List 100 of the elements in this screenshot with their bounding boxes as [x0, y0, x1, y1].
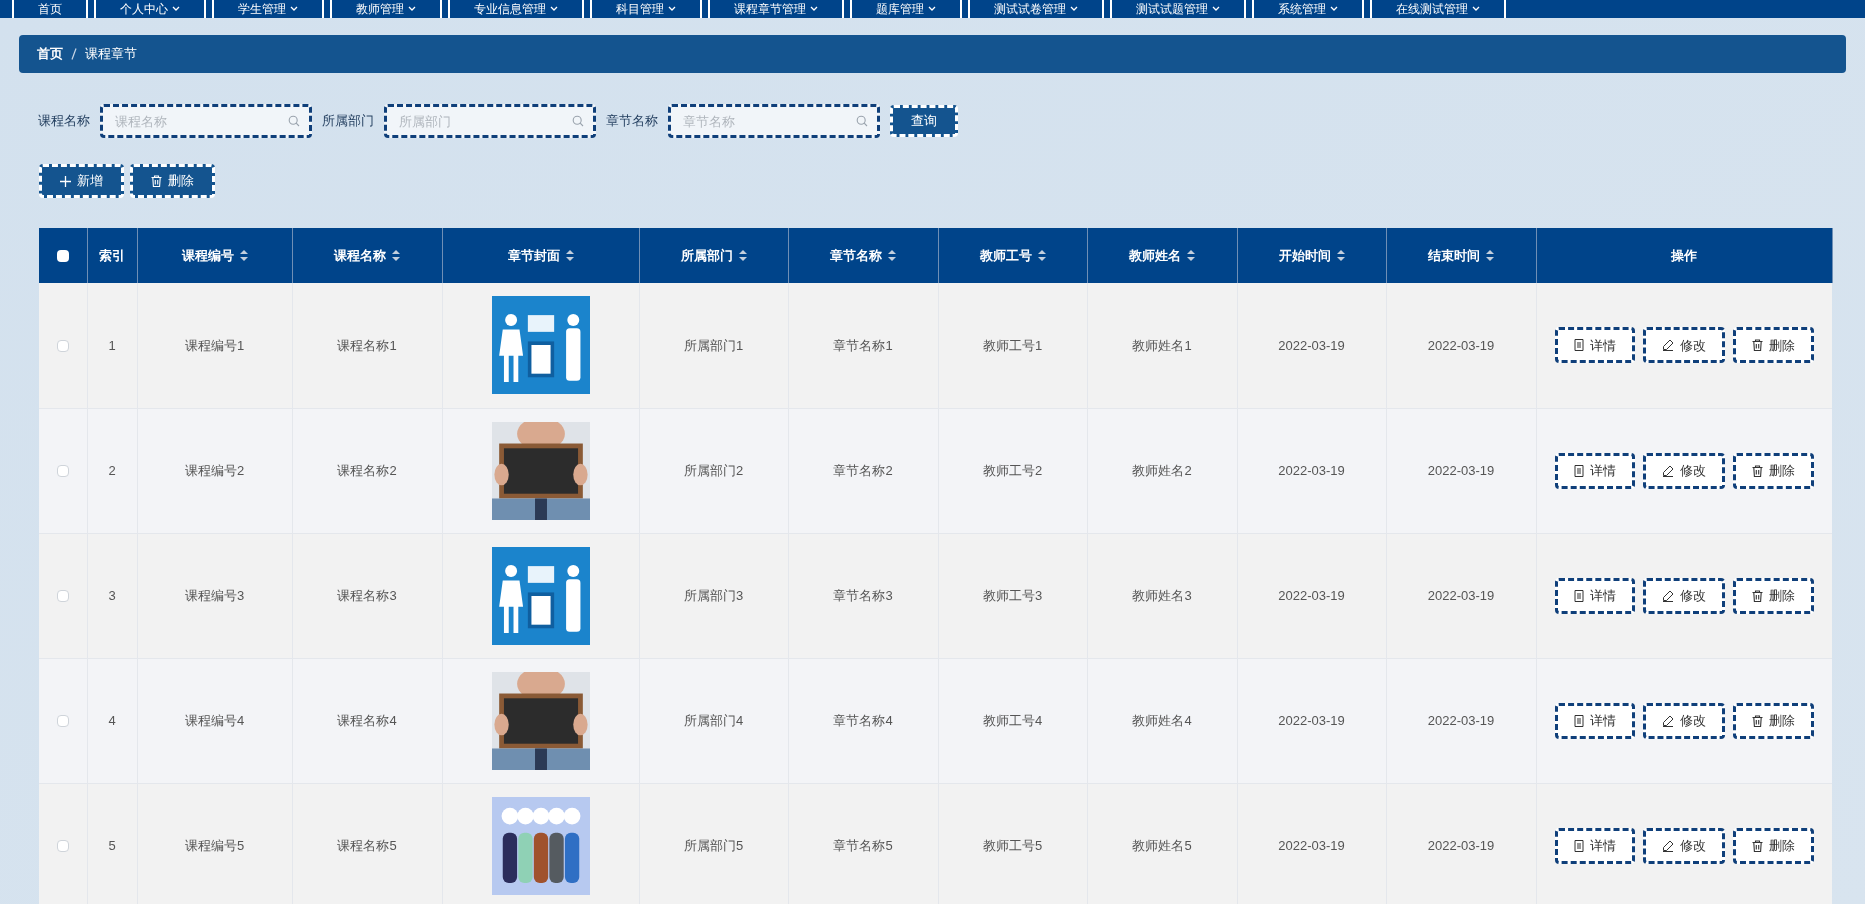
trash-icon [1751, 339, 1763, 352]
table-cell: 教师工号1 [982, 337, 1043, 353]
nav-menu-item[interactable]: 学生管理 [212, 0, 324, 18]
table-cell: 教师姓名4 [1132, 712, 1192, 728]
column-header[interactable]: 教师姓名 [1129, 245, 1181, 266]
column-header[interactable]: 开始时间 [1278, 245, 1331, 266]
search-icon [288, 115, 300, 127]
nav-menu-item[interactable]: 系统管理 [1252, 0, 1364, 18]
checkbox[interactable] [56, 715, 69, 728]
details-button[interactable]: 详情 [1554, 702, 1635, 739]
delete-button[interactable]: 删除 [1732, 452, 1814, 489]
field-label: 章节名称 [606, 112, 658, 131]
table-cell: 2022-03-19 [1278, 462, 1345, 478]
search-field[interactable]: 课程名称 [100, 104, 312, 138]
document-icon [1573, 714, 1584, 727]
column-header[interactable]: 课程编号 [181, 245, 234, 266]
table-cell: 课程编号5 [184, 837, 245, 853]
table-cell: 课程名称4 [337, 712, 397, 728]
table-cell: 课程名称1 [337, 337, 397, 353]
table-cell: 4 [108, 712, 116, 728]
table-cell: 所属部门1 [683, 337, 744, 353]
table-cell: 课程名称3 [337, 587, 397, 603]
table-cell: 2022-03-19 [1278, 587, 1345, 603]
table-cell: 教师工号5 [982, 837, 1043, 853]
details-button[interactable]: 详情 [1554, 827, 1635, 864]
details-button[interactable]: 详情 [1554, 577, 1635, 614]
document-icon [1573, 464, 1584, 477]
table-cell: 章节名称5 [833, 837, 893, 853]
table-cell: 课程编号2 [184, 462, 245, 478]
pencil-icon [1661, 839, 1674, 852]
table-cell: 2022-03-19 [1427, 837, 1495, 853]
nav-menu-item[interactable]: 题库管理 [850, 0, 962, 18]
checkbox[interactable] [56, 340, 69, 353]
table-cell: 章节名称3 [833, 587, 893, 603]
table-cell: 课程名称2 [337, 462, 397, 478]
delete-button[interactable]: 删除 [1732, 327, 1814, 364]
table-cell: 2 [108, 462, 116, 478]
add-button[interactable]: 新增 [39, 164, 124, 198]
nav-menu-item[interactable]: 测试试题管理 [1110, 0, 1246, 18]
document-icon [1573, 589, 1584, 602]
edit-button[interactable]: 修改 [1642, 577, 1725, 614]
table-cell: 课程编号3 [184, 587, 245, 603]
table-cell: 2022-03-19 [1278, 712, 1345, 728]
edit-button[interactable]: 修改 [1642, 702, 1725, 739]
column-header[interactable]: 索引 [99, 245, 125, 266]
nav-menu-item[interactable]: 首页 [12, 0, 88, 18]
table-cell: 2022-03-19 [1278, 837, 1345, 853]
delete-button[interactable]: 删除 [1732, 577, 1814, 614]
table-cell: 章节名称2 [833, 462, 893, 478]
nav-menu-item[interactable]: 测试试卷管理 [968, 0, 1104, 18]
checkbox[interactable] [56, 590, 69, 603]
edit-button[interactable]: 修改 [1642, 327, 1725, 364]
checkbox[interactable] [56, 840, 69, 853]
table-cell: 2022-03-19 [1427, 587, 1495, 603]
nav-menu-item[interactable]: 教师管理 [330, 0, 442, 18]
field-label: 所属部门 [322, 112, 374, 131]
query-button[interactable]: 查询 [890, 105, 958, 137]
delete-button[interactable]: 删除 [130, 164, 215, 198]
document-icon [1573, 839, 1584, 852]
trash-icon [1751, 714, 1763, 727]
table-cell: 章节名称4 [833, 712, 893, 728]
delete-button[interactable]: 删除 [1732, 827, 1814, 864]
search-field[interactable]: 章节名称 [668, 104, 880, 138]
details-button[interactable]: 详情 [1554, 327, 1635, 364]
column-header[interactable]: 结束时间 [1428, 245, 1480, 266]
trash-icon [1751, 839, 1763, 852]
table-cell: 3 [108, 587, 116, 603]
table-cell: 课程名称5 [337, 837, 397, 853]
column-header[interactable]: 教师工号 [979, 245, 1032, 266]
pencil-icon [1661, 464, 1674, 477]
nav-menu-item[interactable]: 在线测试管理 [1370, 0, 1506, 18]
breadcrumb-link[interactable]: 课程章节 [85, 44, 137, 64]
breadcrumb-link[interactable]: 首页 [37, 44, 63, 64]
column-header[interactable]: 所属部门 [680, 245, 733, 266]
details-button[interactable]: 详情 [1554, 452, 1635, 489]
column-header[interactable]: 操作 [1671, 245, 1697, 266]
nav-menu-item[interactable]: 个人中心 [94, 0, 206, 18]
checkbox[interactable] [56, 465, 69, 478]
edit-button[interactable]: 修改 [1642, 452, 1725, 489]
edit-button[interactable]: 修改 [1642, 827, 1725, 864]
table-cell: 2022-03-19 [1427, 462, 1495, 478]
nav-menu-item[interactable]: 课程章节管理 [708, 0, 844, 18]
column-header[interactable]: 课程名称 [334, 245, 386, 266]
pencil-icon [1661, 714, 1674, 727]
search-icon [856, 115, 868, 127]
table-cell: 课程编号4 [184, 712, 245, 728]
nav-menu-item[interactable]: 科目管理 [590, 0, 702, 18]
table-cell: 教师工号3 [982, 587, 1043, 603]
table-cell: 所属部门4 [683, 712, 744, 728]
delete-button[interactable]: 删除 [1732, 702, 1814, 739]
column-header[interactable]: 章节封面 [507, 245, 560, 266]
column-header[interactable]: 章节名称 [830, 245, 882, 266]
table-cell: 教师姓名5 [1132, 837, 1192, 853]
search-icon [572, 115, 584, 127]
checkbox[interactable] [56, 250, 69, 263]
table-cell: 所属部门3 [683, 587, 744, 603]
table-cell: 所属部门2 [683, 462, 744, 478]
pencil-icon [1661, 589, 1674, 602]
table-cell: 2022-03-19 [1427, 337, 1495, 353]
nav-menu-item[interactable]: 专业信息管理 [448, 0, 584, 18]
